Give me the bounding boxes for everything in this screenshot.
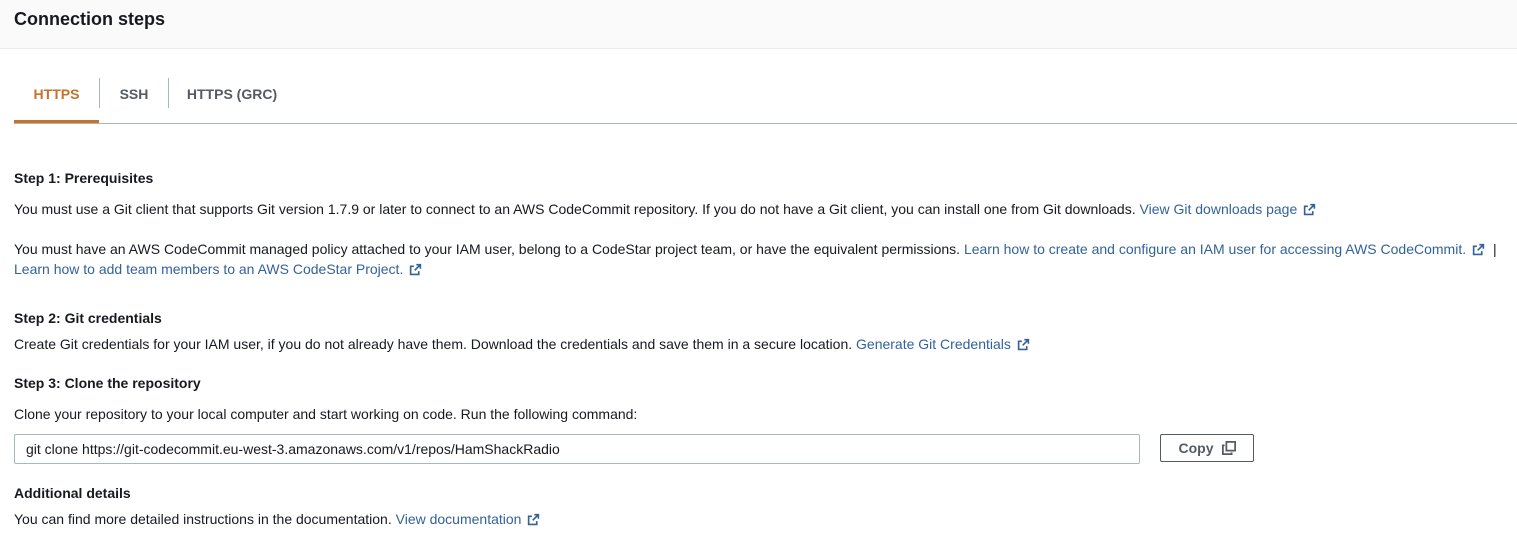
step1-title: Step 1: Prerequisites — [14, 170, 154, 186]
step1-para1-text: You must use a Git client that supports … — [14, 201, 1136, 217]
generate-git-credentials-link[interactable]: Generate Git Credentials — [856, 336, 1030, 352]
copy-button-label: Copy — [1178, 440, 1214, 456]
external-link-icon — [1304, 203, 1316, 216]
git-downloads-link[interactable]: View Git downloads page — [1140, 201, 1317, 217]
step2-paragraph: Create Git credentials for your IAM user… — [14, 334, 1030, 354]
additional-details-paragraph: You can find more detailed instructions … — [14, 509, 540, 529]
additional-details-text: You can find more detailed instructions … — [14, 511, 392, 527]
section-header: Connection steps — [0, 0, 1517, 49]
codestar-team-link[interactable]: Learn how to add team members to an AWS … — [14, 261, 422, 277]
view-documentation-link[interactable]: View documentation — [396, 511, 541, 527]
tab-ssh[interactable]: SSH — [100, 68, 168, 122]
copy-button[interactable]: Copy — [1160, 434, 1254, 462]
tab-bar: HTTPS SSH HTTPS (GRC) — [14, 68, 1517, 124]
clone-command-text[interactable]: git clone https://git-codecommit.eu-west… — [26, 435, 560, 463]
generate-git-credentials-label: Generate Git Credentials — [856, 336, 1011, 352]
step1-paragraph-2-cont: Learn how to add team members to an AWS … — [14, 259, 422, 279]
git-downloads-link-label: View Git downloads page — [1139, 201, 1298, 217]
copy-icon — [1221, 441, 1236, 455]
step1-para2-text: You must have an AWS CodeCommit managed … — [14, 241, 961, 257]
link-separator: | — [1493, 241, 1497, 257]
step3-title: Step 3: Clone the repository — [14, 375, 201, 391]
external-link-icon — [1472, 243, 1485, 256]
external-link-icon — [528, 513, 540, 526]
step2-text: Create Git credentials for your IAM user… — [14, 336, 853, 352]
step1-paragraph-1: You must use a Git client that supports … — [14, 199, 1316, 219]
codestar-team-link-label: Learn how to add team members to an AWS … — [14, 261, 404, 277]
step1-paragraph-2: You must have an AWS CodeCommit managed … — [14, 239, 1497, 259]
iam-user-link-label: Learn how to create and configure an IAM… — [963, 241, 1467, 257]
section-title: Connection steps — [14, 9, 166, 29]
step3-paragraph: Clone your repository to your local comp… — [14, 406, 638, 422]
additional-details-title: Additional details — [14, 485, 131, 501]
iam-user-link[interactable]: Learn how to create and configure an IAM… — [964, 241, 1485, 257]
external-link-icon — [410, 263, 422, 276]
tab-https[interactable]: HTTPS — [14, 68, 99, 123]
step2-title: Step 2: Git credentials — [14, 310, 162, 326]
tab-https-grc[interactable]: HTTPS (GRC) — [169, 68, 295, 122]
view-documentation-label: View documentation — [395, 511, 522, 527]
clone-command-field[interactable]: git clone https://git-codecommit.eu-west… — [14, 434, 1140, 464]
external-link-icon — [1017, 338, 1030, 351]
